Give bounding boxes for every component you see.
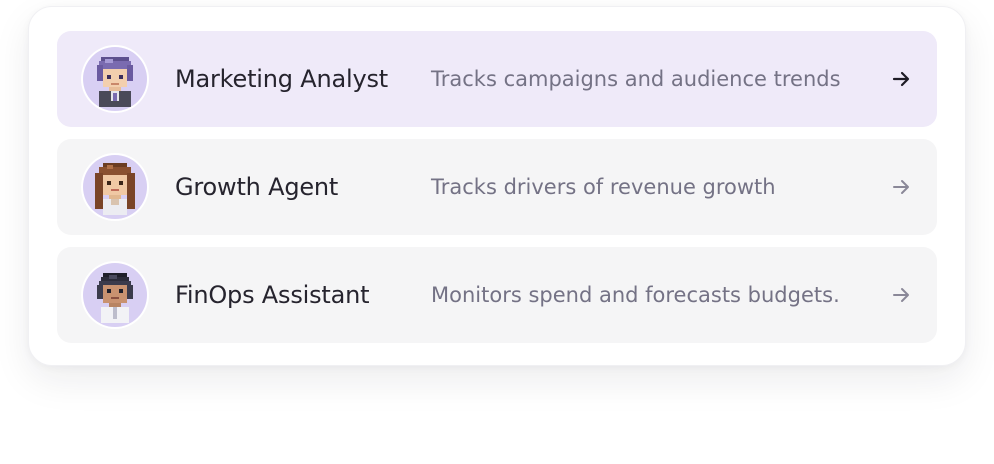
pixel-avatar-brown-hair-icon bbox=[83, 155, 147, 219]
pixel-avatar-purple-hair-icon bbox=[83, 47, 147, 111]
arrow-right-icon[interactable] bbox=[889, 283, 913, 307]
agent-name: FinOps Assistant bbox=[175, 281, 370, 309]
avatar bbox=[81, 261, 149, 329]
pixel-avatar-headset-icon bbox=[83, 263, 147, 327]
avatar bbox=[81, 45, 149, 113]
agent-list-card: Marketing Analyst Tracks campaigns and a… bbox=[28, 6, 966, 366]
agent-row-marketing-analyst[interactable]: Marketing Analyst Tracks campaigns and a… bbox=[57, 31, 937, 127]
agent-description: Monitors spend and forecasts budgets. bbox=[431, 283, 840, 307]
agent-description: Tracks campaigns and audience trends bbox=[431, 67, 841, 91]
arrow-right-icon[interactable] bbox=[889, 175, 913, 199]
agent-name: Growth Agent bbox=[175, 173, 339, 201]
arrow-right-icon[interactable] bbox=[889, 67, 913, 91]
agent-name: Marketing Analyst bbox=[175, 65, 388, 93]
avatar bbox=[81, 153, 149, 221]
agent-row-finops-assistant[interactable]: FinOps Assistant Monitors spend and fore… bbox=[57, 247, 937, 343]
agent-description: Tracks drivers of revenue growth bbox=[431, 175, 776, 199]
agent-row-growth-agent[interactable]: Growth Agent Tracks drivers of revenue g… bbox=[57, 139, 937, 235]
